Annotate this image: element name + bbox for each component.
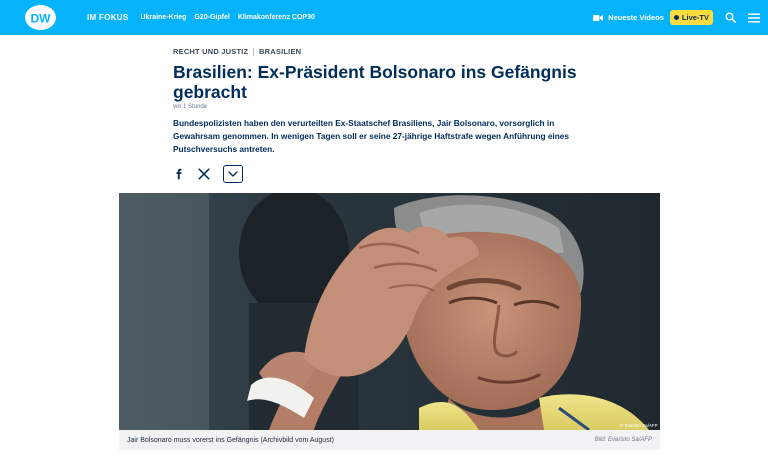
menu-icon[interactable] [748, 13, 760, 23]
article-headline: Brasilien: Ex-Präsident Bolsonaro ins Ge… [173, 62, 577, 102]
video-icon [593, 14, 604, 21]
svg-text:DW: DW [31, 11, 52, 25]
kicker-link-recht[interactable]: RECHT UND JUSTIZ [173, 47, 248, 56]
nav-link-g20[interactable]: G20-Gipfel [194, 14, 229, 21]
kicker-separator: | [252, 47, 255, 56]
latest-videos-link[interactable]: Neueste Videos [593, 13, 664, 22]
image-caption: Jair Bolsonaro muss vorerst ins Gefängni… [127, 436, 334, 444]
chevron-down-icon [228, 171, 238, 177]
live-dot-icon [673, 15, 679, 20]
latest-videos-label: Neueste Videos [608, 13, 664, 22]
image-credit: Bild: Evaristo Sa/AFP [594, 437, 652, 443]
dw-logo-icon: DW [31, 11, 52, 25]
facebook-icon[interactable] [173, 168, 185, 180]
image-caption-bar: Jair Bolsonaro muss vorerst ins Gefängni… [119, 430, 660, 450]
search-icon[interactable] [725, 12, 736, 23]
article-lead: Bundespolizisten haben den verurteilten … [173, 118, 570, 154]
share-bar [173, 165, 243, 183]
live-tv-label: Live-TV [681, 13, 709, 22]
nav-focus-label: IM FOKUS [87, 13, 129, 22]
top-navigation-bar: DW IM FOKUS Ukraine-Krieg G20-Gipfel Kli… [0, 0, 768, 35]
x-icon[interactable] [198, 168, 210, 180]
article-kicker: RECHT UND JUSTIZ | BRASILIEN [173, 47, 301, 56]
more-share-button[interactable] [223, 165, 243, 183]
image-copyright: © Evaristo Sa/AFP [620, 423, 658, 428]
article-hero-image [119, 193, 660, 430]
live-tv-button[interactable]: Live-TV [669, 10, 713, 25]
header-tools: Neueste Videos Live-TV [593, 0, 768, 35]
article-timestamp: vor 1 Stunde [173, 104, 208, 110]
dw-logo[interactable]: DW [25, 5, 56, 30]
nav-link-cop30[interactable]: Klimakonferenz COP30 [238, 14, 315, 21]
kicker-link-brasilien[interactable]: BRASILIEN [259, 47, 301, 56]
focus-nav: IM FOKUS Ukraine-Krieg G20-Gipfel Klimak… [87, 0, 315, 35]
nav-link-ukraine[interactable]: Ukraine-Krieg [141, 14, 187, 21]
